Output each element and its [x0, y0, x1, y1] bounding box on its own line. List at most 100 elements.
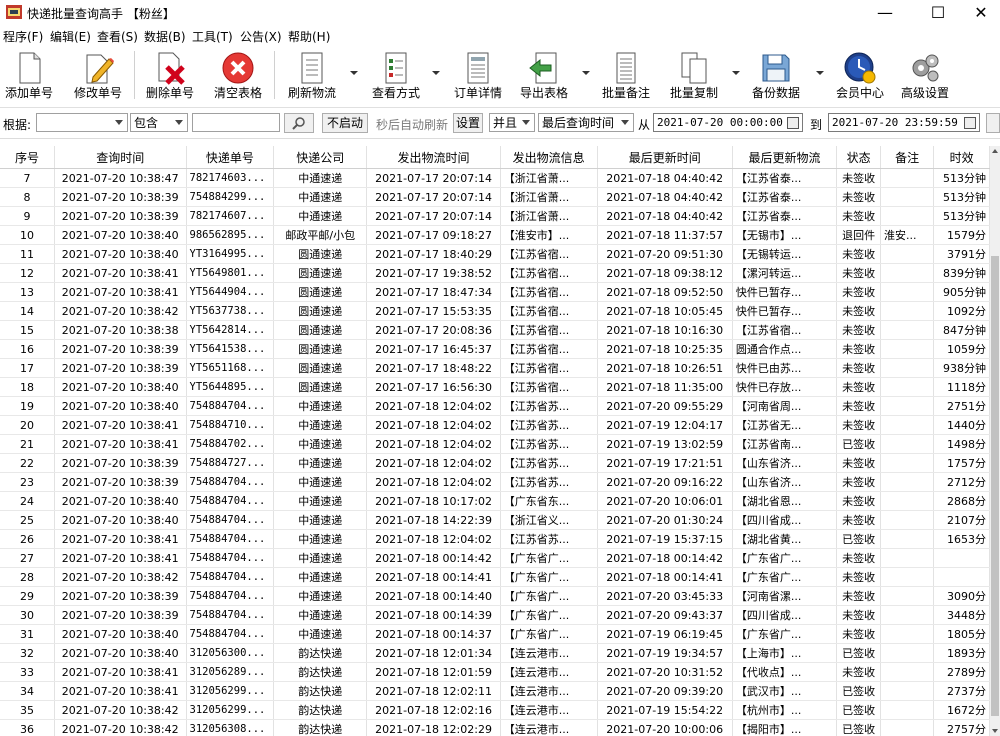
filter-field-select[interactable]: [36, 113, 128, 132]
table-row[interactable]: 12 2021-07-20 10:38:41 YT5649801... 圆通速递 202…: [0, 263, 990, 283]
batch-note-button[interactable]: 批量备注: [598, 47, 654, 105]
from-date-picker[interactable]: 2021-07-20 00:00:00: [653, 113, 803, 132]
vertical-scrollbar[interactable]: [990, 146, 1000, 736]
column-header[interactable]: 发出物流时间: [366, 146, 501, 169]
order-detail-button[interactable]: 订单详情: [450, 47, 506, 105]
table-row[interactable]: 34 2021-07-20 10:38:41 312056299... 韵达快递 202…: [0, 681, 990, 701]
backup-dropdown-arrow[interactable]: [816, 71, 824, 75]
toolbar-overflow-button[interactable]: [986, 47, 1000, 105]
add-number-button[interactable]: 添加单号: [2, 47, 56, 105]
table-cell: 【江苏省宿...: [500, 320, 598, 340]
no-auto-refresh-button[interactable]: 不启动: [322, 113, 368, 133]
table-row[interactable]: 19 2021-07-20 10:38:40 754884704... 中通速递 202…: [0, 396, 990, 416]
table-cell: 中通速递: [273, 206, 368, 226]
column-header[interactable]: 快递公司: [273, 146, 368, 169]
table-cell: 754884704...: [186, 510, 275, 530]
table-row[interactable]: 14 2021-07-20 10:38:42 YT5637738... 圆通速递 202…: [0, 301, 990, 321]
refresh-dropdown-arrow[interactable]: [350, 71, 358, 75]
table-cell: 2021-07-18 10:17:02: [366, 491, 501, 511]
table-row[interactable]: 31 2021-07-20 10:38:40 754884704... 中通速递 202…: [0, 624, 990, 644]
table-row[interactable]: 13 2021-07-20 10:38:41 YT5644904... 圆通速递 202…: [0, 282, 990, 302]
copy-dropdown-arrow[interactable]: [732, 71, 740, 75]
table-row[interactable]: 16 2021-07-20 10:38:39 YT5641538... 圆通速递 202…: [0, 339, 990, 359]
table-row[interactable]: 33 2021-07-20 10:38:41 312056289... 韵达快递 202…: [0, 662, 990, 682]
table-row[interactable]: 36 2021-07-20 10:38:42 312056308... 韵达快递 202…: [0, 719, 990, 736]
column-header[interactable]: 最后更新物流: [732, 146, 838, 169]
table-row[interactable]: 32 2021-07-20 10:38:40 312056300... 韵达快递 202…: [0, 643, 990, 663]
menu-program[interactable]: 程序(F): [3, 28, 43, 45]
minimize-button[interactable]: —: [862, 0, 908, 25]
menu-edit[interactable]: 编辑(E): [50, 28, 91, 45]
column-header[interactable]: 查询时间: [54, 146, 187, 169]
table-cell: 未签收: [836, 301, 882, 321]
table-row[interactable]: 35 2021-07-20 10:38:42 312056299... 韵达快递 202…: [0, 700, 990, 720]
table-row[interactable]: 23 2021-07-20 10:38:39 754884704... 中通速递 202…: [0, 472, 990, 492]
to-date-picker[interactable]: 2021-07-20 23:59:59: [828, 113, 980, 132]
menu-help[interactable]: 帮助(H): [288, 28, 330, 45]
filter-extra-button[interactable]: [986, 113, 1000, 133]
table-row[interactable]: 11 2021-07-20 10:38:40 YT3164995... 圆通速递 202…: [0, 244, 990, 264]
refresh-logistics-button[interactable]: 刷新物流: [284, 47, 340, 105]
advanced-settings-button[interactable]: 高级设置: [896, 47, 954, 105]
backup-data-button[interactable]: 备份数据: [748, 47, 804, 105]
export-dropdown-arrow[interactable]: [582, 71, 590, 75]
close-button[interactable]: ✕: [958, 0, 1000, 25]
view-dropdown-arrow[interactable]: [432, 71, 440, 75]
table-cell: 【浙江省义...: [500, 510, 598, 530]
table-row[interactable]: 9 2021-07-20 10:38:39 782174607... 中通速递 2021…: [0, 206, 990, 226]
scroll-down-arrow-icon[interactable]: [992, 729, 998, 733]
table-row[interactable]: 21 2021-07-20 10:38:41 754884702... 中通速递 202…: [0, 434, 990, 454]
table-row[interactable]: 27 2021-07-20 10:38:41 754884704... 中通速递 202…: [0, 548, 990, 568]
search-button[interactable]: [284, 113, 314, 133]
batch-copy-button[interactable]: 批量复制: [666, 47, 722, 105]
delete-number-button[interactable]: 删除单号: [142, 47, 198, 105]
scrollbar-thumb[interactable]: [991, 256, 999, 716]
table-row[interactable]: 22 2021-07-20 10:38:39 754884727... 中通速递 202…: [0, 453, 990, 473]
table-row[interactable]: 28 2021-07-20 10:38:42 754884704... 中通速递 202…: [0, 567, 990, 587]
match-mode-select[interactable]: 包含: [130, 113, 188, 132]
chevron-down-icon: [115, 120, 123, 125]
table-row[interactable]: 24 2021-07-20 10:38:40 754884704... 中通速递 202…: [0, 491, 990, 511]
column-header[interactable]: 发出物流信息: [500, 146, 598, 169]
table-row[interactable]: 15 2021-07-20 10:38:38 YT5642814... 圆通速递 202…: [0, 320, 990, 340]
table-row[interactable]: 8 2021-07-20 10:38:39 754884299... 中通速递 2021…: [0, 187, 990, 207]
table-row[interactable]: 10 2021-07-20 10:38:40 986562895... 邮政平邮/小包…: [0, 225, 990, 245]
table-cell: 754884704...: [186, 586, 275, 606]
menu-view[interactable]: 查看(S): [97, 28, 138, 45]
table-row[interactable]: 26 2021-07-20 10:38:41 754884704... 中通速递 202…: [0, 529, 990, 549]
table-cell: 2021-07-18 10:05:45: [597, 301, 733, 321]
table-cell: 782174607...: [186, 206, 275, 226]
edit-number-button[interactable]: 修改单号: [70, 47, 126, 105]
column-header[interactable]: 时效: [933, 146, 990, 169]
column-header[interactable]: 快递单号: [186, 146, 275, 169]
clear-table-button[interactable]: 清空表格: [210, 47, 266, 105]
table-row[interactable]: 25 2021-07-20 10:38:40 754884704... 中通速递 202…: [0, 510, 990, 530]
table-row[interactable]: 18 2021-07-20 10:38:40 YT5644895... 圆通速递 202…: [0, 377, 990, 397]
menu-tools[interactable]: 工具(T): [192, 28, 233, 45]
results-table: 序号 查询时间 快递单号 快递公司 发出物流时间 发出物流信息 最后更新时间 最后更新物流 状态…: [0, 146, 990, 736]
table-cell: 2021-07-18 12:02:11: [366, 681, 501, 701]
scroll-up-arrow-icon[interactable]: [992, 149, 998, 153]
table-cell: 未签收: [836, 472, 882, 492]
table-row[interactable]: 29 2021-07-20 10:38:39 754884704... 中通速递 202…: [0, 586, 990, 606]
view-mode-button[interactable]: 查看方式: [368, 47, 424, 105]
export-table-button[interactable]: 导出表格: [516, 47, 572, 105]
logic-select[interactable]: 并且: [489, 113, 535, 132]
search-input[interactable]: [192, 113, 280, 132]
table-cell: 2021-07-17 09:18:27: [366, 225, 501, 245]
menu-data[interactable]: 数据(B): [144, 28, 186, 45]
menu-announcement[interactable]: 公告(X): [240, 28, 282, 45]
date-field-select[interactable]: 最后查询时间: [538, 113, 634, 132]
column-header[interactable]: 序号: [0, 146, 55, 169]
maximize-button[interactable]: ☐: [915, 0, 961, 25]
member-center-button[interactable]: 会员中心: [832, 47, 888, 105]
table-row[interactable]: 7 2021-07-20 10:38:47 782174603... 中通速递 2021…: [0, 168, 990, 188]
column-header[interactable]: 备注: [880, 146, 935, 169]
column-header[interactable]: 最后更新时间: [597, 146, 733, 169]
table-row[interactable]: 20 2021-07-20 10:38:41 754884710... 中通速递 202…: [0, 415, 990, 435]
settings-button[interactable]: 设置: [453, 113, 483, 133]
table-cell: 9: [0, 206, 55, 226]
table-row[interactable]: 17 2021-07-20 10:38:39 YT5651168... 圆通速递 202…: [0, 358, 990, 378]
table-row[interactable]: 30 2021-07-20 10:38:39 754884704... 中通速递 202…: [0, 605, 990, 625]
column-header[interactable]: 状态: [836, 146, 882, 169]
